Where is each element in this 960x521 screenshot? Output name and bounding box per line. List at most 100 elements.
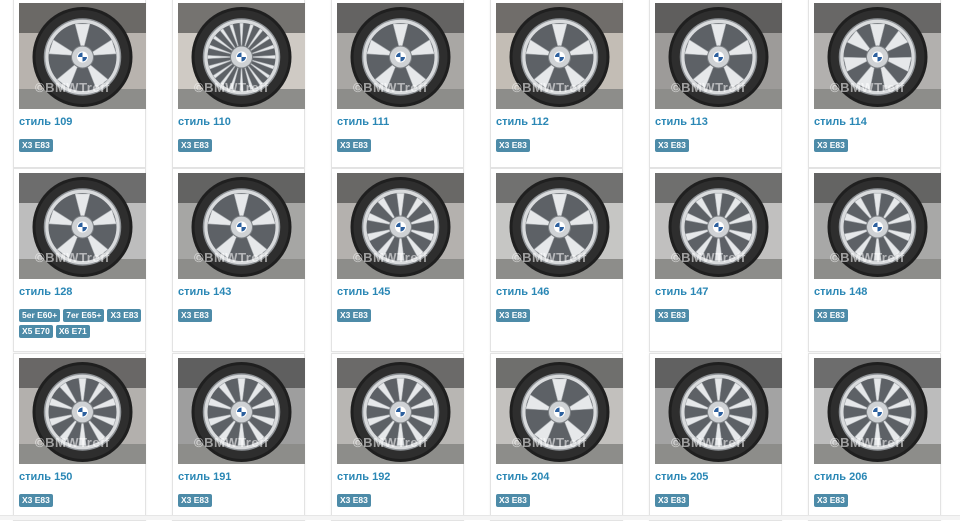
wheel-card[interactable]: ©BMWTreff стиль 150 X3 E83	[13, 353, 146, 521]
wheel-photo[interactable]: ©BMWTreff	[337, 358, 464, 464]
watermark-text: ©BMWTreff	[35, 80, 110, 95]
model-tags: X3 E83	[178, 309, 306, 322]
model-tag[interactable]: X3 E83	[337, 139, 371, 152]
model-tag[interactable]: X3 E83	[19, 139, 53, 152]
model-tag[interactable]: X5 E70	[19, 325, 53, 338]
wheel-card[interactable]: ©BMWTreff стиль 145 X3 E83	[331, 168, 464, 352]
model-tags: X3 E83	[178, 139, 306, 152]
wheel-card[interactable]: ©BMWTreff стиль 111 X3 E83	[331, 0, 464, 168]
watermark-text: ©BMWTreff	[512, 250, 587, 265]
wheel-card[interactable]: ©BMWTreff стиль 205 X3 E83	[649, 353, 782, 521]
wheel-photo[interactable]: ©BMWTreff	[655, 3, 782, 109]
wheel-card[interactable]: ©BMWTreff стиль 112 X3 E83	[490, 0, 623, 168]
wheel-photo[interactable]: ©BMWTreff	[496, 358, 623, 464]
wheel-card[interactable]: ©BMWTreff стиль 109 X3 E83	[13, 0, 146, 168]
wheel-card[interactable]: ©BMWTreff стиль 143 X3 E83	[172, 168, 305, 352]
wheel-style-title[interactable]: стиль 204	[496, 471, 549, 483]
wheel-style-title[interactable]: стиль 110	[178, 116, 231, 128]
wheel-style-title[interactable]: стиль 147	[655, 286, 708, 298]
model-tag[interactable]: X3 E83	[655, 139, 689, 152]
wheel-style-title[interactable]: стиль 111	[337, 116, 389, 128]
wheel-photo[interactable]: ©BMWTreff	[178, 3, 305, 109]
model-tag[interactable]: X3 E83	[655, 494, 689, 507]
model-tag[interactable]: X3 E83	[814, 494, 848, 507]
wheel-photo[interactable]: ©BMWTreff	[814, 3, 941, 109]
wheel-photo[interactable]: ©BMWTreff	[814, 358, 941, 464]
wheel-style-title[interactable]: стиль 143	[178, 286, 231, 298]
model-tags: X3 E83	[496, 309, 624, 322]
model-tag[interactable]: X3 E83	[496, 139, 530, 152]
wheel-photo[interactable]: ©BMWTreff	[337, 173, 464, 279]
watermark-text: ©BMWTreff	[194, 250, 269, 265]
wheel-style-title[interactable]: стиль 128	[19, 286, 72, 298]
watermark-text: ©BMWTreff	[830, 250, 905, 265]
wheel-card[interactable]: ©BMWTreff стиль 128 5er E60+ 7er E65+ X3 E83…	[13, 168, 146, 352]
model-tag[interactable]: X3 E83	[655, 309, 689, 322]
wheel-card[interactable]: ©BMWTreff стиль 191 X3 E83	[172, 353, 305, 521]
wheel-style-title[interactable]: стиль 150	[19, 471, 72, 483]
model-tag[interactable]: X3 E83	[814, 309, 848, 322]
model-tags: X3 E83	[655, 494, 783, 507]
model-tag[interactable]: X3 E83	[496, 494, 530, 507]
model-tag[interactable]: X3 E83	[178, 139, 212, 152]
wheel-card[interactable]: ©BMWTreff стиль 147 X3 E83	[649, 168, 782, 352]
wheel-photo[interactable]: ©BMWTreff	[19, 358, 146, 464]
wheel-card[interactable]: ©BMWTreff стиль 113 X3 E83	[649, 0, 782, 168]
wheel-card[interactable]: ©BMWTreff стиль 206 X3 E83	[808, 353, 941, 521]
wheel-photo[interactable]: ©BMWTreff	[655, 358, 782, 464]
wheel-style-title[interactable]: стиль 146	[496, 286, 549, 298]
watermark-text: ©BMWTreff	[194, 80, 269, 95]
wheel-photo[interactable]: ©BMWTreff	[496, 173, 623, 279]
model-tag[interactable]: X3 E83	[496, 309, 530, 322]
wheel-style-title[interactable]: стиль 145	[337, 286, 390, 298]
watermark-text: ©BMWTreff	[353, 80, 428, 95]
wheel-style-title[interactable]: стиль 191	[178, 471, 231, 483]
wheel-photo[interactable]: ©BMWTreff	[814, 173, 941, 279]
model-tag[interactable]: 7er E65+	[63, 309, 105, 322]
model-tag[interactable]: X3 E83	[178, 309, 212, 322]
wheel-photo[interactable]: ©BMWTreff	[337, 3, 464, 109]
wheel-style-title[interactable]: стиль 114	[814, 116, 867, 128]
model-tags: X3 E83	[19, 139, 147, 152]
model-tag[interactable]: X3 E83	[337, 309, 371, 322]
watermark-text: ©BMWTreff	[512, 80, 587, 95]
watermark-text: ©BMWTreff	[194, 435, 269, 450]
watermark-text: ©BMWTreff	[830, 435, 905, 450]
model-tags: X3 E83	[337, 494, 465, 507]
model-tag[interactable]: X3 E83	[337, 494, 371, 507]
model-tags: X3 E83	[814, 139, 942, 152]
model-tag[interactable]: X3 E83	[107, 309, 142, 322]
model-tag[interactable]: X3 E83	[19, 494, 53, 507]
wheel-photo[interactable]: ©BMWTreff	[178, 173, 305, 279]
wheel-card[interactable]: ©BMWTreff стиль 114 X3 E83	[808, 0, 941, 168]
watermark-text: ©BMWTreff	[671, 435, 746, 450]
wheel-style-title[interactable]: стиль 206	[814, 471, 867, 483]
wheel-card[interactable]: ©BMWTreff стиль 192 X3 E83	[331, 353, 464, 521]
watermark-text: ©BMWTreff	[671, 80, 746, 95]
wheel-style-title[interactable]: стиль 112	[496, 116, 549, 128]
model-tag[interactable]: X3 E83	[814, 139, 848, 152]
model-tags: X3 E83	[655, 139, 783, 152]
model-tags: X3 E83	[19, 494, 147, 507]
watermark-text: ©BMWTreff	[830, 80, 905, 95]
wheel-photo[interactable]: ©BMWTreff	[19, 3, 146, 109]
wheel-photo[interactable]: ©BMWTreff	[655, 173, 782, 279]
model-tag[interactable]: 5er E60+	[19, 309, 61, 322]
model-tags: 5er E60+ 7er E65+ X3 E83 X5 E70 X6 E71	[19, 309, 147, 338]
wheel-style-title[interactable]: стиль 205	[655, 471, 708, 483]
wheel-card[interactable]: ©BMWTreff стиль 110 X3 E83	[172, 0, 305, 168]
wheel-style-title[interactable]: стиль 148	[814, 286, 867, 298]
model-tags: X3 E83	[814, 494, 942, 507]
wheel-card[interactable]: ©BMWTreff стиль 204 X3 E83	[490, 353, 623, 521]
wheel-style-title[interactable]: стиль 113	[655, 116, 708, 128]
model-tags: X3 E83	[337, 139, 465, 152]
wheel-photo[interactable]: ©BMWTreff	[496, 3, 623, 109]
wheel-style-title[interactable]: стиль 109	[19, 116, 72, 128]
wheel-photo[interactable]: ©BMWTreff	[178, 358, 305, 464]
model-tag[interactable]: X3 E83	[178, 494, 212, 507]
model-tag[interactable]: X6 E71	[55, 325, 90, 338]
wheel-card[interactable]: ©BMWTreff стиль 146 X3 E83	[490, 168, 623, 352]
wheel-card[interactable]: ©BMWTreff стиль 148 X3 E83	[808, 168, 941, 352]
wheel-style-title[interactable]: стиль 192	[337, 471, 390, 483]
wheel-photo[interactable]: ©BMWTreff	[19, 173, 146, 279]
